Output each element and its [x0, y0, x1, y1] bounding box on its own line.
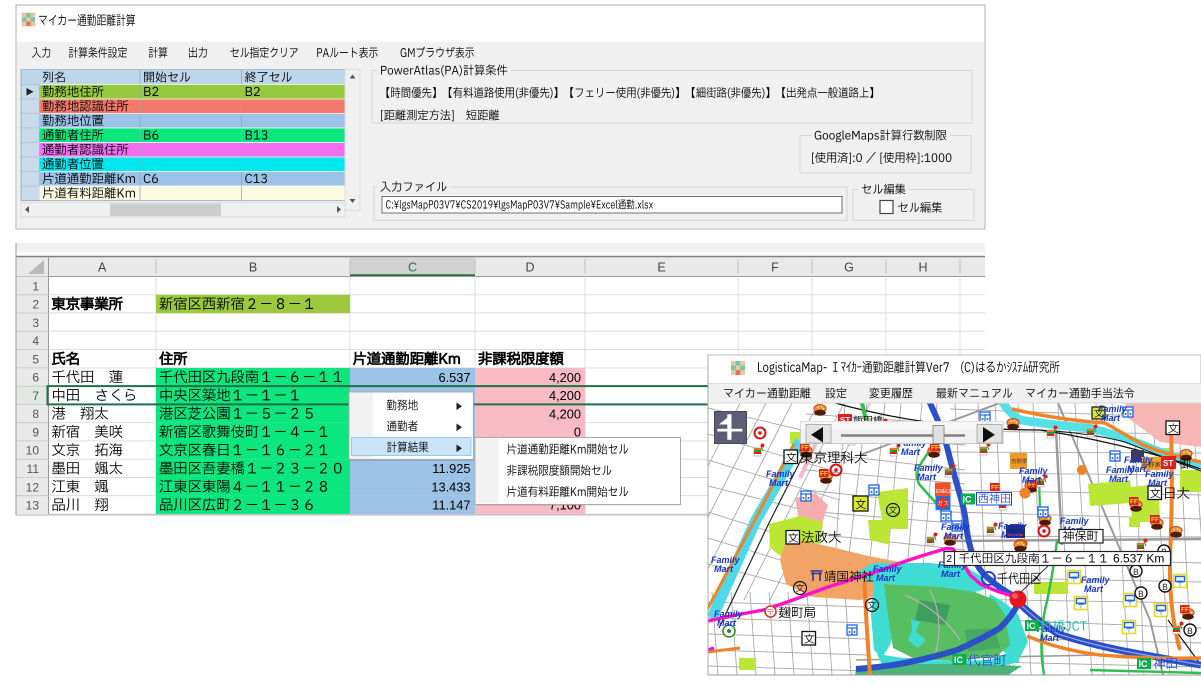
svg-text:11.925: 11.925 — [432, 461, 470, 476]
svg-text:2: 2 — [947, 554, 953, 565]
svg-text:C: C — [408, 261, 417, 275]
svg-text:Mart: Mart — [941, 569, 961, 579]
svg-text:1: 1 — [32, 279, 39, 293]
svg-text:FF: FF — [1151, 517, 1159, 524]
svg-text:Mart: Mart — [1084, 584, 1104, 594]
svg-text:Mart: Mart — [1022, 475, 1042, 485]
svg-text:IC: IC — [1139, 659, 1149, 669]
svg-text:8: 8 — [32, 407, 39, 421]
svg-text:3: 3 — [32, 316, 39, 330]
svg-text:7: 7 — [32, 389, 39, 403]
svg-text:H: H — [918, 261, 927, 275]
svg-text:4: 4 — [32, 334, 39, 348]
svg-text:9: 9 — [32, 426, 39, 440]
svg-text:13.433: 13.433 — [431, 480, 470, 495]
svg-text:Mart: Mart — [1148, 478, 1168, 488]
svg-text:A: A — [98, 261, 107, 275]
svg-text:6.537 Km: 6.537 Km — [1113, 552, 1164, 566]
svg-text:E: E — [657, 261, 665, 275]
svg-text:11: 11 — [27, 462, 40, 476]
svg-text:B: B — [249, 261, 257, 275]
svg-text:IC: IC — [954, 655, 964, 665]
svg-text:6: 6 — [32, 371, 39, 385]
svg-text:Mart: Mart — [1127, 464, 1147, 474]
svg-text:ST: ST — [1163, 459, 1173, 468]
svg-text:FF: FF — [820, 471, 828, 478]
svg-text:FF: FF — [1181, 607, 1189, 614]
svg-text:Mart: Mart — [876, 573, 896, 583]
svg-text:2: 2 — [32, 298, 39, 312]
svg-text:IC: IC — [1027, 621, 1037, 631]
svg-text:10: 10 — [26, 444, 40, 458]
svg-text:4,200: 4,200 — [549, 406, 581, 421]
svg-text:FF: FF — [1130, 499, 1138, 506]
svg-text:Mart: Mart — [1040, 633, 1060, 643]
svg-text:11.147: 11.147 — [432, 498, 470, 513]
svg-text:Mart: Mart — [944, 531, 964, 541]
svg-text:6.537: 6.537 — [438, 370, 470, 385]
svg-text:D: D — [525, 261, 534, 275]
svg-text:12: 12 — [26, 480, 40, 494]
svg-text:FF: FF — [931, 445, 939, 452]
svg-text:Mart: Mart — [901, 447, 921, 457]
svg-text:Mart: Mart — [1001, 530, 1021, 540]
svg-text:4,200: 4,200 — [549, 388, 581, 403]
svg-text:Mart: Mart — [717, 618, 737, 628]
svg-text:Mart: Mart — [917, 472, 937, 482]
svg-text:Mart: Mart — [714, 564, 734, 574]
svg-text:Mart: Mart — [1109, 474, 1129, 484]
svg-text:Mart: Mart — [769, 478, 789, 488]
svg-text:ENEOS: ENEOS — [936, 489, 954, 495]
svg-text:IC: IC — [963, 495, 973, 505]
svg-text:FF: FF — [991, 485, 999, 492]
svg-text:F: F — [771, 261, 779, 275]
svg-text:FF: FF — [801, 445, 809, 452]
svg-text:G: G — [844, 261, 854, 275]
svg-text:5: 5 — [32, 352, 39, 366]
svg-text:4,200: 4,200 — [549, 370, 581, 385]
svg-text:13: 13 — [26, 499, 40, 513]
svg-text:Mart: Mart — [1101, 413, 1121, 423]
